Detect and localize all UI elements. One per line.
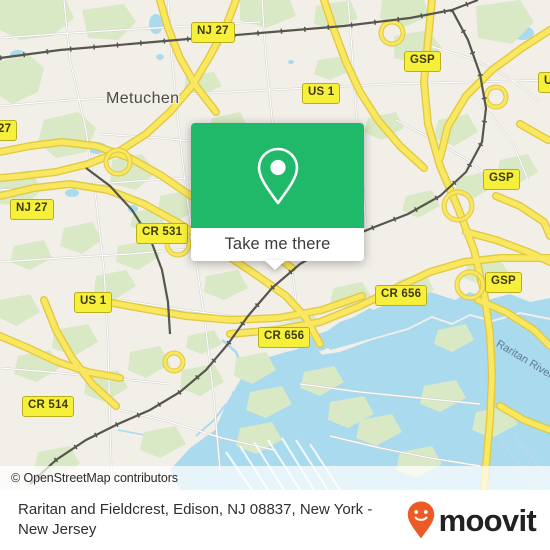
road-shield[interactable]: US 1 — [302, 83, 341, 104]
road-shield[interactable]: CR 514 — [22, 396, 75, 417]
road-shield[interactable]: 27 — [0, 120, 18, 141]
road-shield[interactable]: NJ 27 — [10, 199, 54, 220]
footer-bar: Raritan and Fieldcrest, Edison, NJ 08837… — [0, 490, 550, 550]
road-shield[interactable]: NJ 27 — [191, 22, 235, 43]
road-shield[interactable]: CR 656 — [258, 327, 311, 348]
road-shield[interactable]: GSP — [404, 51, 441, 72]
take-me-there-button[interactable]: Take me there — [191, 228, 364, 261]
moovit-wordmark: moovit — [438, 502, 537, 538]
osm-attribution[interactable]: © OpenStreetMap contributors — [0, 466, 550, 490]
road-shield[interactable]: U — [538, 72, 550, 93]
road-shield[interactable]: GSP — [485, 272, 522, 293]
map-canvas[interactable]: NJ 27 US 1 GSP U 27 GSP NJ 27 CR 531 US … — [0, 0, 550, 490]
destination-popup-card[interactable]: Take me there — [191, 123, 364, 261]
road-shield[interactable]: CR 531 — [136, 223, 189, 244]
moovit-brand[interactable]: moovit — [406, 500, 537, 540]
road-shield[interactable]: GSP — [483, 169, 520, 190]
road-shield[interactable]: CR 656 — [375, 285, 428, 306]
location-title: Raritan and Fieldcrest, Edison, NJ 08837… — [18, 500, 373, 538]
popup-card-pointer — [264, 260, 286, 270]
popup-card-header — [191, 123, 364, 228]
take-me-there-label: Take me there — [224, 235, 331, 253]
map-pin-icon — [257, 147, 298, 204]
road-shield[interactable]: US 1 — [74, 292, 113, 313]
moovit-smiley-pin-icon — [407, 501, 434, 539]
osm-attribution-text: © OpenStreetMap contributors — [11, 471, 178, 485]
place-label-metuchen: Metuchen — [106, 90, 180, 107]
moovit-map-screenshot: NJ 27 US 1 GSP U 27 GSP NJ 27 CR 531 US … — [0, 0, 550, 550]
